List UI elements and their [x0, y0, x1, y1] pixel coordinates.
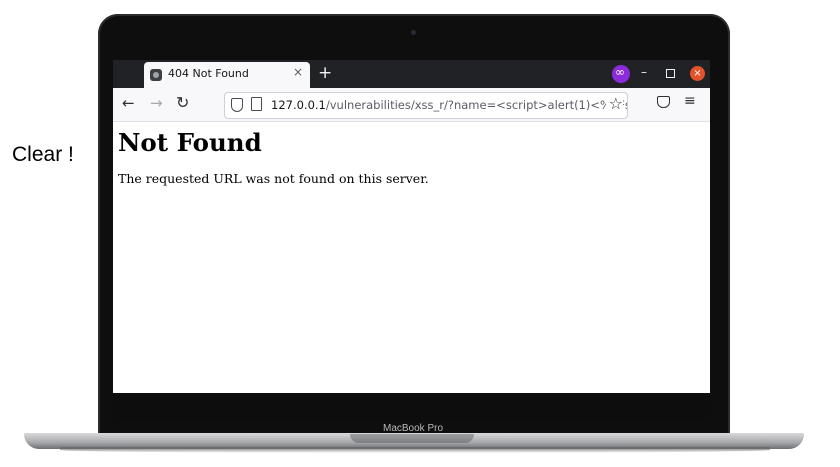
laptop-shadow [60, 447, 770, 453]
tab-close-icon[interactable]: × [293, 65, 303, 79]
address-bar[interactable]: 127.0.0.1/vulnerabilities/xss_r/?name=<s… [224, 92, 628, 119]
bookmark-star-icon[interactable]: ☆ [605, 94, 623, 113]
private-browsing-icon [612, 65, 630, 83]
page-icon[interactable] [251, 97, 262, 111]
url-text[interactable]: 127.0.0.1/vulnerabilities/xss_r/?name=<s… [271, 98, 628, 112]
navigation-bar: ← → ↻ 127.0.0.1/vulnerabilities/xss_r/?n… [113, 88, 710, 122]
forward-button[interactable]: → [150, 94, 163, 112]
tab-bar: 404 Not Found × + – × [113, 60, 710, 88]
close-window-button[interactable]: × [690, 66, 705, 81]
maximize-button[interactable] [666, 69, 675, 78]
error-message: The requested URL was not found on this … [118, 171, 429, 186]
minimize-button[interactable]: – [641, 65, 647, 79]
side-caption: Clear ! [12, 143, 74, 166]
screen-bottom-bezel [113, 393, 710, 421]
camera [411, 30, 416, 35]
shield-icon[interactable] [231, 98, 243, 112]
page-content: Not Found The requested URL was not foun… [113, 122, 710, 393]
laptop-notch [350, 434, 474, 443]
url-host: 127.0.0.1 [271, 98, 326, 112]
hamburger-menu-icon[interactable]: ≡ [684, 93, 696, 109]
browser-window: 404 Not Found × + – × ← → ↻ 127.0.0.1/vu… [113, 60, 710, 393]
back-button[interactable]: ← [122, 94, 135, 112]
page-title: Not Found [118, 128, 262, 157]
favicon-icon [150, 69, 162, 81]
new-tab-button[interactable]: + [318, 63, 332, 83]
pocket-icon[interactable] [657, 96, 670, 108]
browser-tab[interactable]: 404 Not Found × [144, 62, 310, 88]
url-path: /vulnerabilities/xss_r/?name=<script>ale… [325, 98, 628, 112]
reload-button[interactable]: ↻ [176, 93, 189, 112]
tab-title: 404 Not Found [168, 67, 249, 80]
